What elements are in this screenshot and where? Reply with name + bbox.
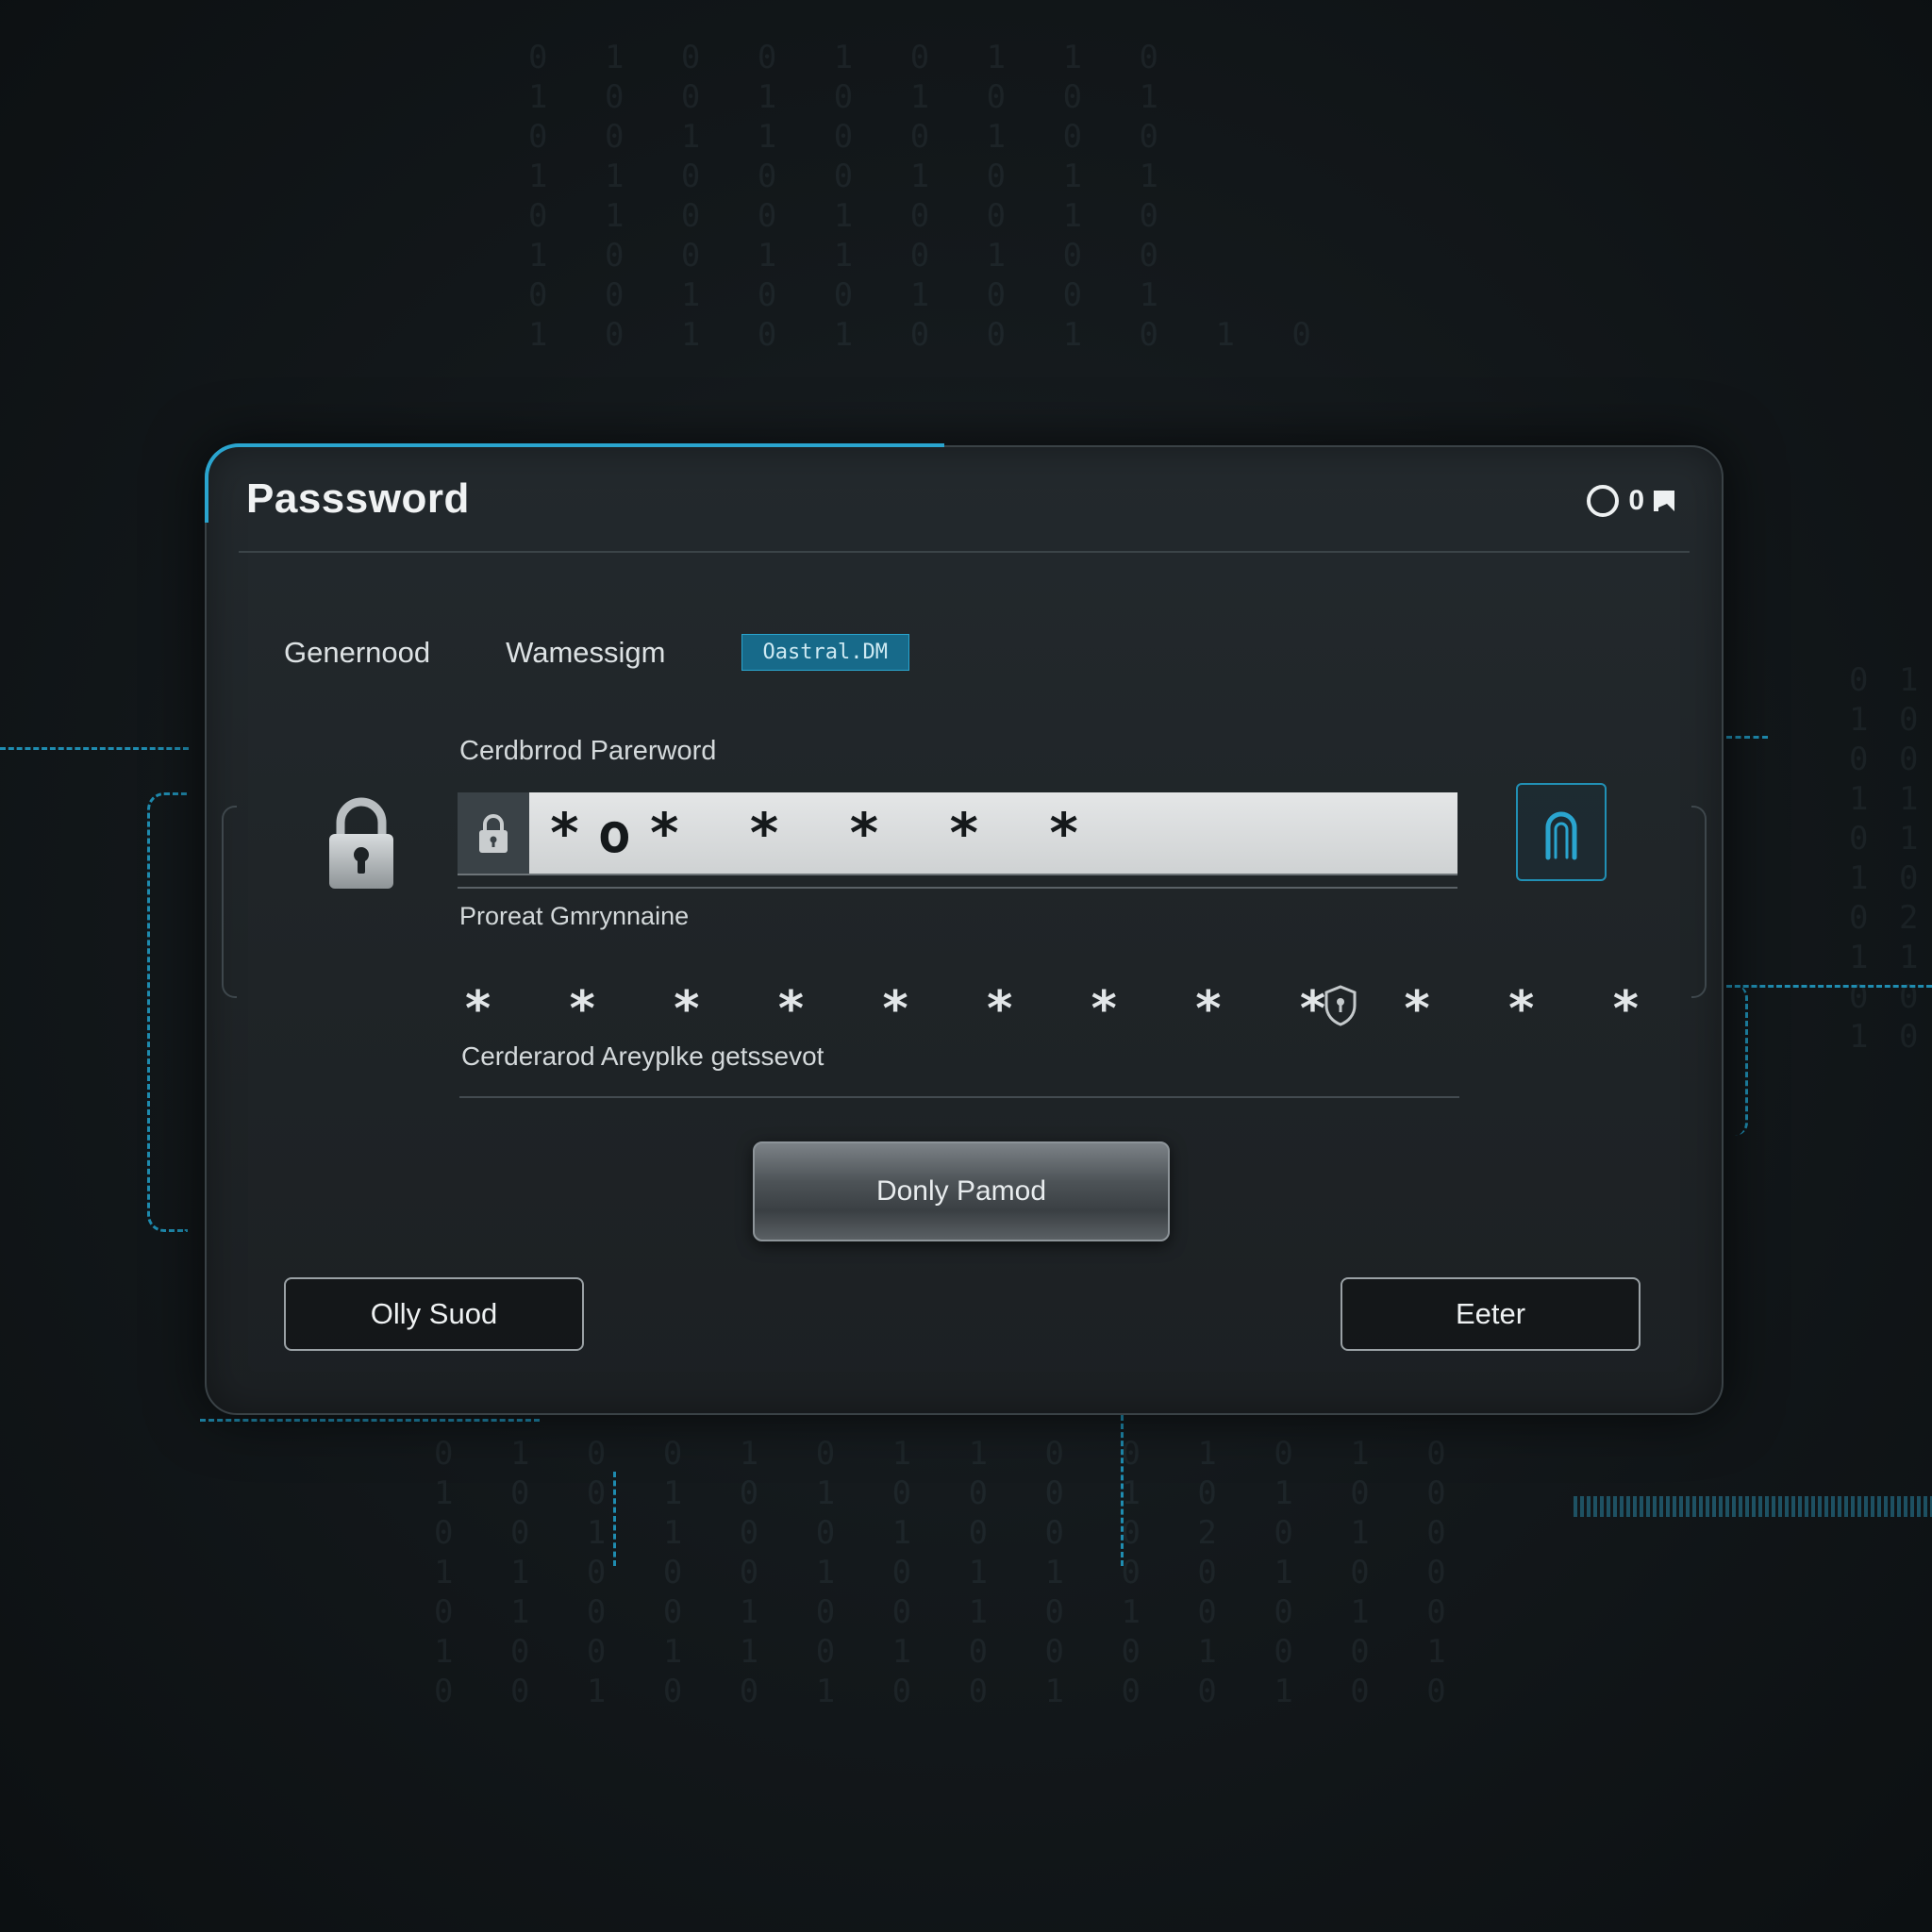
side-bracket-right: [1691, 806, 1707, 998]
enter-button[interactable]: Eeter: [1341, 1277, 1641, 1351]
circuit-trace: [1121, 1415, 1142, 1566]
password-helper-text: Proreat Gmrynnaine: [459, 902, 690, 930]
generated-password-mask: * * * * * * * * * * * *: [463, 981, 1664, 1038]
circuit-trace: [1726, 736, 1768, 739]
background-binary-right: 0 1 1 0 0 0 1 1 0 1 1 0 0 2 1 1 0 0 1 0: [1849, 661, 1924, 1056]
screen: 0 1 0 0 1 0 1 1 0 1 0 0 1 0 1 0 0 1 0 0 …: [0, 0, 1932, 1932]
generated-password-caption: Cerderarod Areyplke getssevot: [461, 1041, 824, 1071]
generated-divider: [459, 1096, 1459, 1098]
circuit-trace: [0, 747, 189, 750]
circuit-trace: [200, 1419, 540, 1422]
shield-icon[interactable]: [1324, 985, 1357, 1026]
password-value[interactable]: *o* * * * *: [529, 792, 1457, 874]
background-bars-right: [1574, 1496, 1932, 1517]
title-divider: [239, 551, 1690, 553]
window-controls: 0: [1587, 485, 1674, 517]
password-input[interactable]: *o* * * * *: [458, 792, 1457, 874]
circuit-trace: [585, 1472, 616, 1566]
circle-icon[interactable]: [1587, 485, 1620, 517]
background-binary-top: 0 1 0 0 1 0 1 1 0 1 0 0 1 0 1 0 0 1 0 0 …: [528, 39, 1330, 354]
tab-wamessigm[interactable]: Wamessigm: [506, 636, 665, 670]
circuit-trace: [1726, 985, 1748, 1136]
lock-icon: [479, 814, 508, 853]
keyhole-icon: [1545, 811, 1577, 860]
password-field-label: Cerdbrrod Parerword: [459, 736, 717, 766]
lock-icon: [329, 797, 393, 889]
tab-oastral-dm[interactable]: Oastral.DM: [741, 634, 909, 671]
circuit-trace: [1726, 985, 1932, 988]
password-dialog: Passsword 0 Genernood Wamessigm Oastral.…: [205, 443, 1724, 1415]
tab-genernood[interactable]: Genernood: [284, 636, 430, 670]
dialog-title: Passsword: [246, 475, 470, 522]
primary-action-button[interactable]: Donly Pamod: [753, 1141, 1170, 1241]
circuit-trace: [147, 792, 188, 1232]
flag-icon[interactable]: [1654, 489, 1674, 513]
side-bracket-left: [222, 806, 237, 998]
window-control-label: 0: [1628, 485, 1644, 516]
tab-bar: Genernood Wamessigm Oastral.DM: [284, 634, 909, 671]
reveal-key-button[interactable]: [1516, 783, 1607, 881]
password-underline: [458, 887, 1457, 889]
input-lock-box: [458, 792, 529, 874]
secondary-left-button[interactable]: Olly Suod: [284, 1277, 584, 1351]
